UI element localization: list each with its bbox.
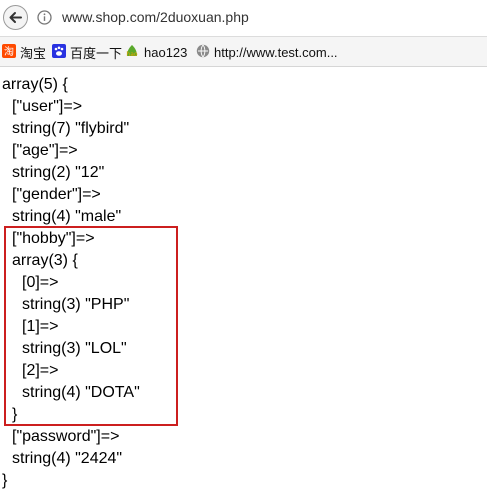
svg-text:淘: 淘: [4, 45, 14, 58]
dump-line: ["age"]=>: [12, 142, 78, 159]
page-content: array(5) { ["user"]=> string(7) "flybird…: [0, 67, 487, 498]
address-bar: www.shop.com/2duoxuan.php: [0, 0, 487, 37]
url-field[interactable]: www.shop.com/2duoxuan.php: [62, 9, 249, 25]
dump-line: string(4) "male": [12, 208, 122, 225]
bookmark-taobao[interactable]: 淘 淘宝: [2, 43, 46, 61]
bookmark-baidu[interactable]: 百度一下: [52, 43, 122, 61]
bookmark-test[interactable]: http://www.test.com...: [196, 43, 338, 61]
bookmark-label: http://www.test.com...: [214, 44, 338, 60]
baidu-paw-icon: [52, 43, 66, 61]
bookmark-label: hao123: [144, 44, 188, 60]
svg-text:hao: hao: [126, 51, 137, 58]
dump-line: string(2) "12": [12, 164, 105, 181]
dump-line: ["user"]=>: [12, 98, 83, 115]
back-button[interactable]: [3, 5, 28, 30]
hobby-highlight-box: [4, 226, 178, 426]
dump-line: ["password"]=>: [12, 428, 120, 445]
dump-line: array(5) {: [2, 76, 68, 93]
bookmark-label: 百度一下: [70, 45, 123, 61]
bookmark-label: 淘宝: [20, 45, 47, 61]
bookmarks-bar: 淘 淘宝 百度一下 hao hao123 http://www.test.com…: [0, 37, 487, 67]
back-arrow-icon: [9, 12, 22, 23]
taobao-icon: 淘: [2, 43, 16, 61]
dump-line: string(4) "2424": [12, 450, 123, 467]
page-info-icon[interactable]: [37, 10, 52, 25]
dump-line: }: [2, 472, 8, 489]
dump-line: string(7) "flybird": [12, 120, 130, 137]
dump-line: ["gender"]=>: [12, 186, 101, 203]
bookmark-hao123[interactable]: hao hao123: [124, 43, 187, 61]
globe-icon: [196, 44, 210, 61]
hao123-icon: hao: [124, 44, 140, 61]
